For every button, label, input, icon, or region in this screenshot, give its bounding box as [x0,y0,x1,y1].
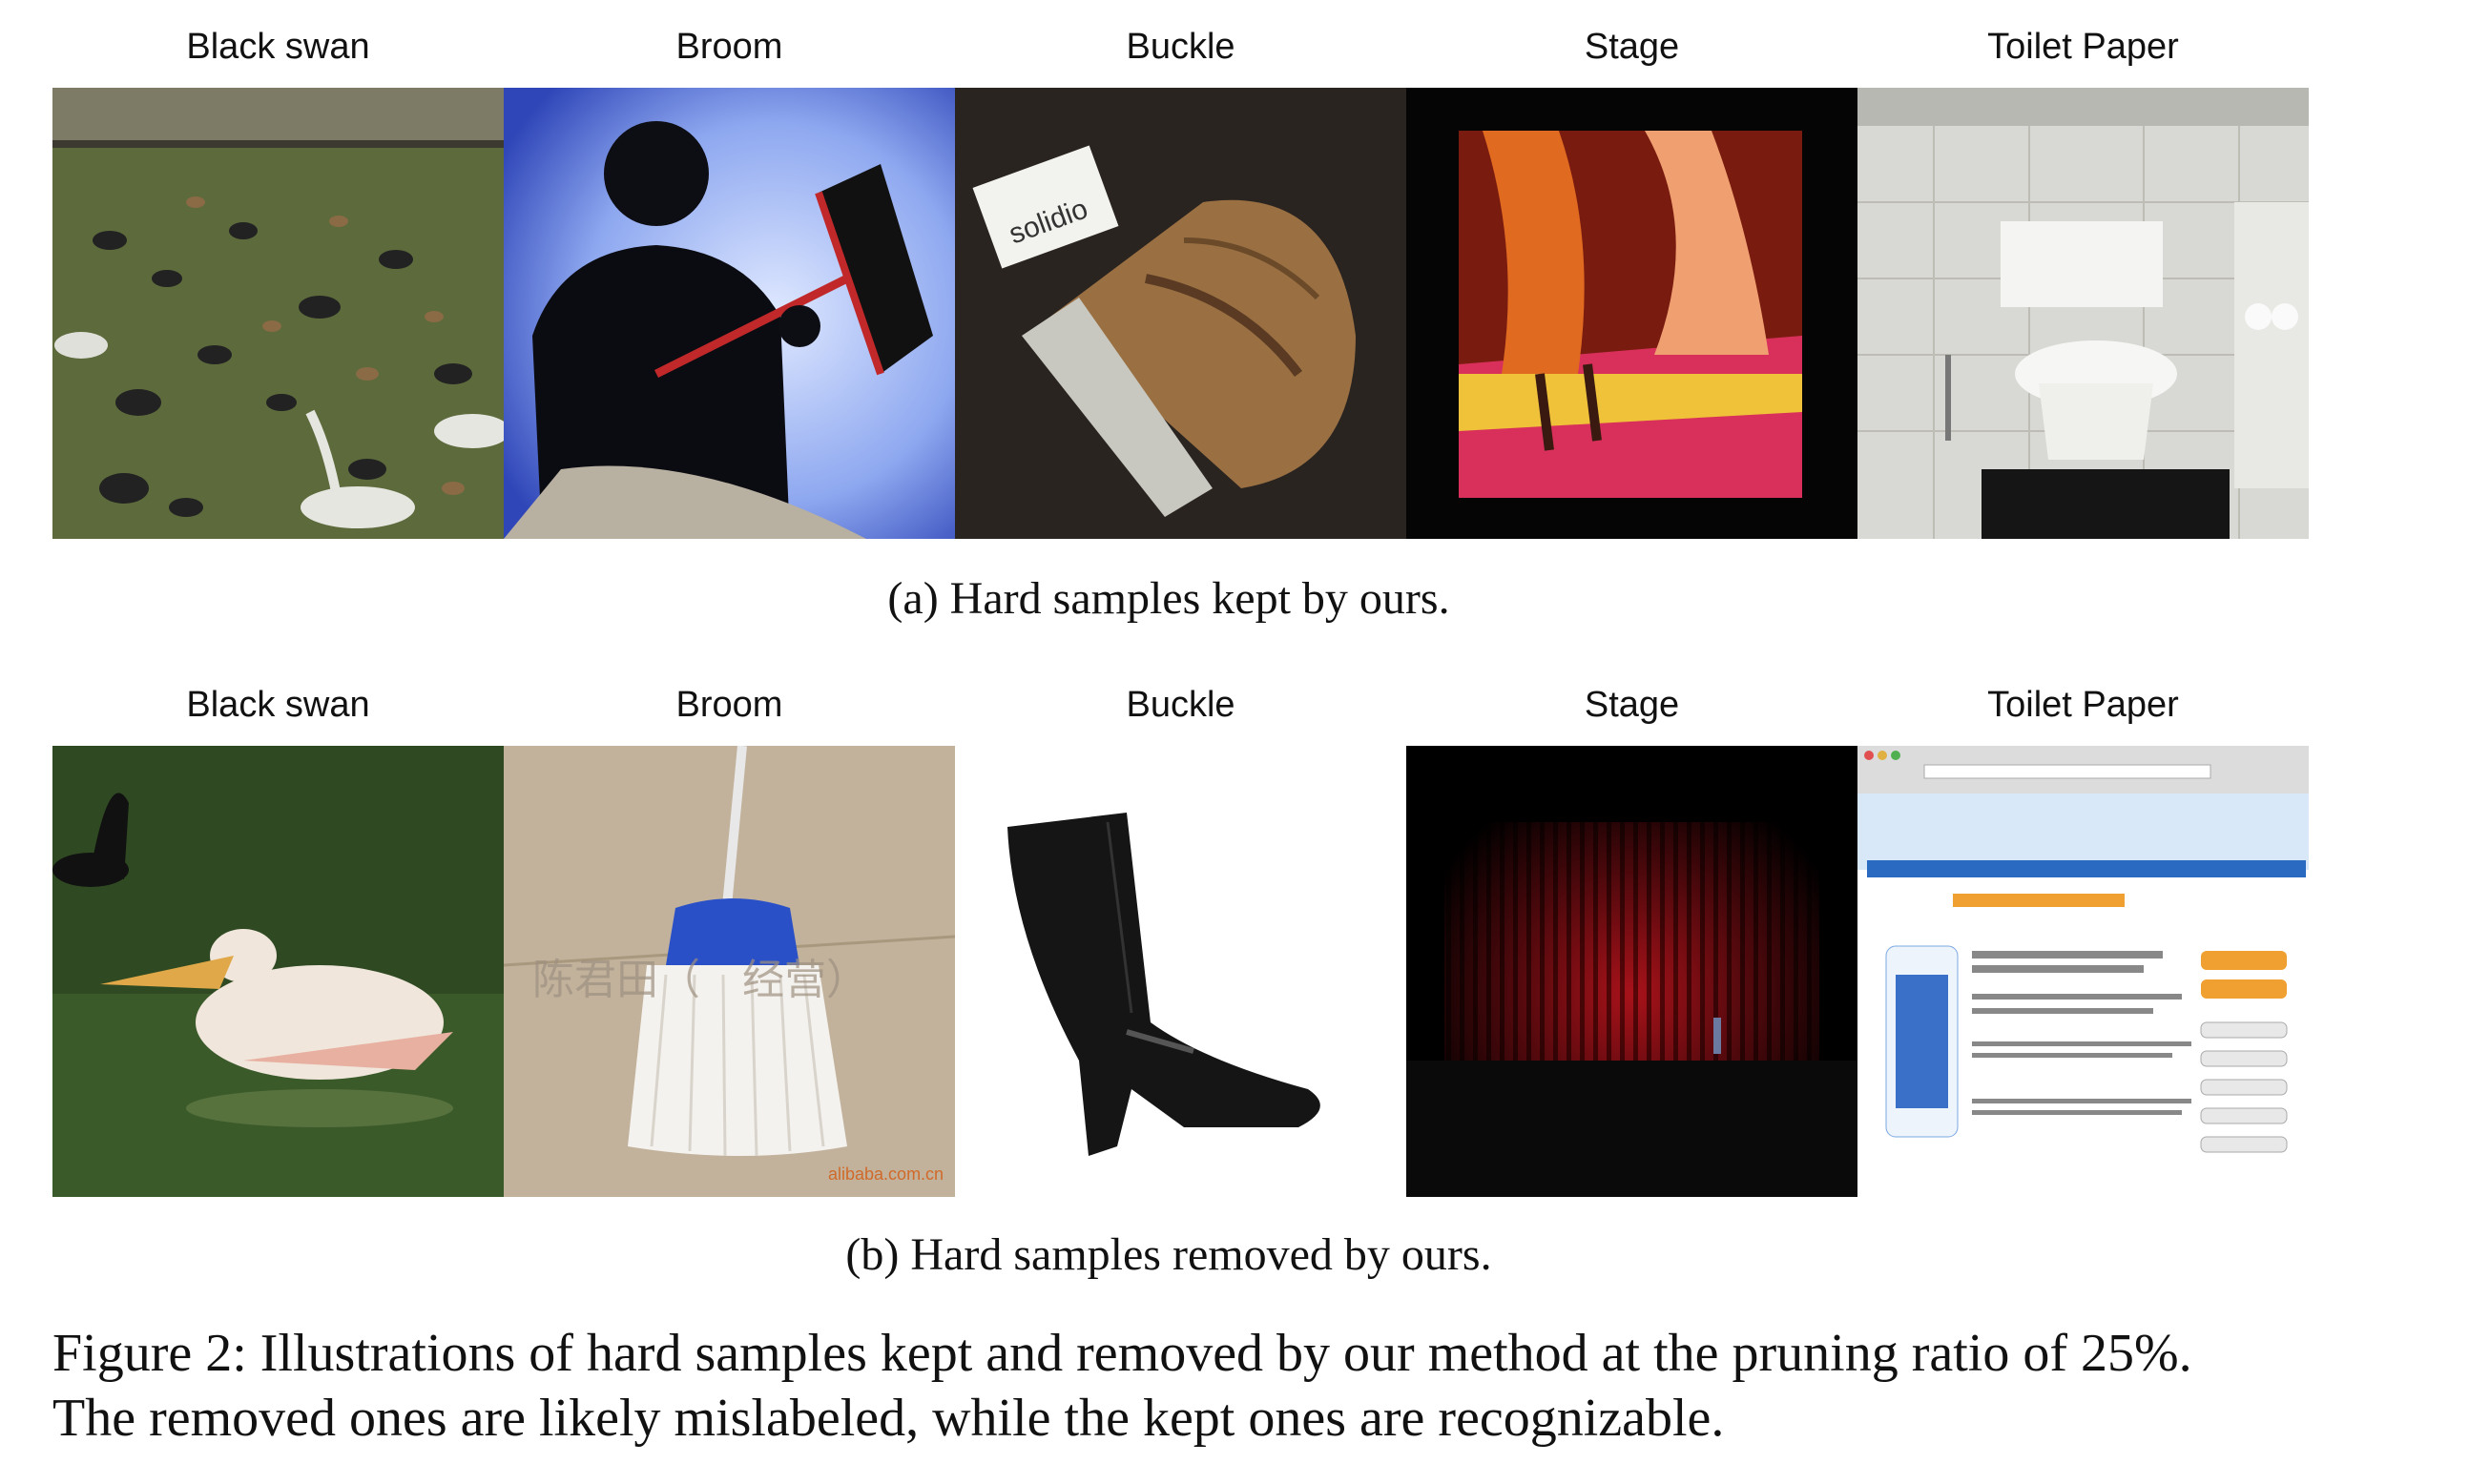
image-b-stage [1406,746,1857,1197]
panel-a-labels: Black swan Broom Buckle Stage Toilet Pap… [52,27,2309,68]
label-b-toilet-paper: Toilet Paper [1987,685,2179,725]
label-b-broom: Broom [675,685,783,725]
image-b-black-swan [52,746,504,1197]
panel-b-labels: Black swan Broom Buckle Stage Toilet Pap… [52,685,2309,726]
subcaption-a: (a) Hard samples kept by ours. [887,573,1450,624]
image-b-broom: 陈君田（ 经营） alibaba.com.cn [504,746,955,1197]
label-b-black-swan: Black swan [186,685,370,725]
image-a-broom [504,88,955,539]
label-a-toilet-paper: Toilet Paper [1987,27,2179,67]
site-watermark: alibaba.com.cn [828,1165,944,1184]
subcaption-b: (b) Hard samples removed by ours. [845,1229,1492,1280]
image-a-buckle: solidio [955,88,1406,539]
image-a-stage [1406,88,1857,539]
label-b-stage: Stage [1584,685,1680,725]
label-a-black-swan: Black swan [186,27,370,67]
figure-caption-line-2: The removed ones are likely mislabeled, … [52,1389,1725,1448]
label-a-buckle: Buckle [1126,27,1235,67]
label-a-broom: Broom [675,27,783,67]
panel-a-images: solidio [52,88,2309,539]
image-a-black-swan [52,88,504,539]
label-a-stage: Stage [1584,27,1680,67]
image-b-buckle [955,746,1406,1197]
image-a-toilet-paper [1857,88,2309,539]
panel-b-images: 陈君田（ 经营） alibaba.com.cn [52,746,2309,1197]
figure-caption: Figure 2: Illustrations of hard samples … [52,1321,2457,1451]
label-b-buckle: Buckle [1126,685,1235,725]
image-b-toilet-paper [1857,746,2309,1197]
watermark-text: 陈君田（ 经营） [532,957,868,1003]
figure-caption-line-1: Figure 2: Illustrations of hard samples … [52,1324,2192,1383]
